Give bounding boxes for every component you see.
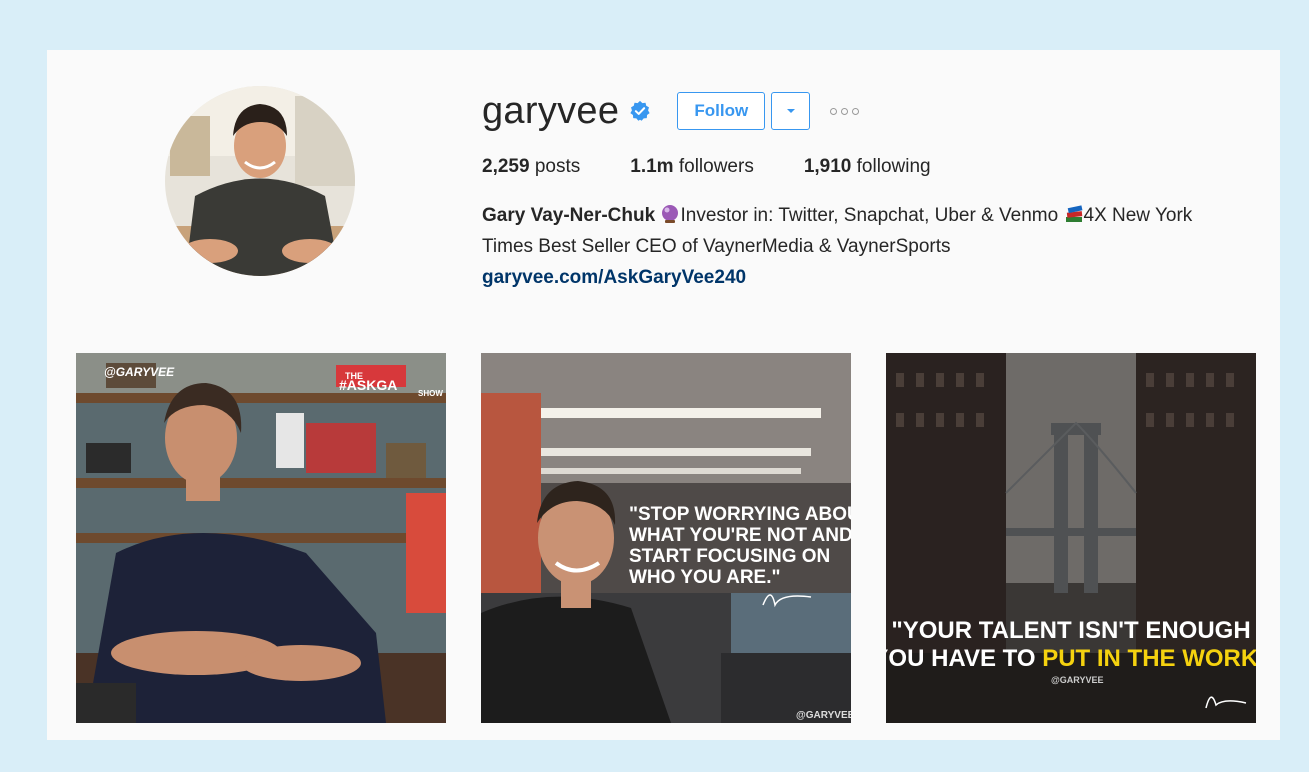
post-handle: @GARYVEE — [796, 710, 851, 721]
posts-count: 2,259 — [482, 156, 530, 177]
followers-count: 1.1m — [630, 156, 674, 177]
crystal-ball-icon — [662, 205, 679, 223]
quote-line-2: WHAT YOU'RE NOT AND — [629, 525, 851, 546]
following-stat[interactable]: 1,910 following — [804, 156, 931, 178]
followers-stat[interactable]: 1.1m followers — [630, 156, 754, 178]
quote-line-2: YOU HAVE TO PUT IN THE WORK" — [886, 645, 1256, 672]
post-overlay-show: SHOW — [418, 389, 443, 398]
posts-stat: 2,259 posts — [482, 156, 580, 178]
name-row: garyvee Follow — [482, 86, 1252, 136]
avatar-photo — [165, 86, 355, 276]
post-image-quote-office: "STOP WORRYING ABOUT WHAT YOU'RE NOT AND… — [481, 353, 851, 723]
profile-full-name: Gary Vay-Ner-Chuk — [482, 205, 656, 226]
profile-avatar[interactable] — [165, 86, 355, 276]
bio-text-investor: Investor in: Twitter, Snapchat, Uber & V… — [680, 205, 1059, 226]
quote-line-3: START FOCUSING ON — [629, 546, 830, 567]
chevron-down-icon — [786, 109, 795, 113]
profile-stats: 2,259 posts 1.1m followers 1,910 followi… — [482, 156, 1252, 178]
post-thumbnail[interactable]: @GARYVEE THE #ASKGA SHOW — [76, 353, 446, 723]
dot-icon — [830, 107, 838, 115]
quote-line-2-start: YOU HAVE TO — [886, 645, 1042, 672]
follow-button[interactable]: Follow — [677, 92, 766, 130]
quote-line-1: "YOUR TALENT ISN'T ENOUGH — [891, 617, 1250, 644]
post-thumbnail[interactable]: "YOUR TALENT ISN'T ENOUGH YOU HAVE TO PU… — [886, 353, 1256, 723]
post-overlay-hashtag: #ASKGA — [339, 377, 397, 393]
profile-bio: Gary Vay-Ner-Chuk Investor in: Twitter, … — [482, 200, 1232, 293]
quote-line-1: "STOP WORRYING ABOUT — [629, 504, 851, 525]
post-handle: @GARYVEE — [1051, 675, 1103, 685]
more-options-icon[interactable] — [830, 107, 860, 115]
bio-website-link[interactable]: garyvee.com/AskGaryVee240 — [482, 262, 746, 293]
post-overlay-handle: @GARYVEE — [104, 365, 175, 379]
profile-username: garyvee — [482, 89, 620, 132]
followers-label: followers — [678, 156, 754, 177]
suggestions-dropdown-button[interactable] — [771, 92, 811, 130]
posts-label: posts — [534, 156, 581, 177]
following-label: following — [856, 156, 931, 177]
dot-icon — [852, 107, 860, 115]
profile-header: garyvee Follow 2,259 posts 1.1m follower… — [482, 86, 1252, 293]
quote-line-4: WHO YOU ARE." — [629, 567, 781, 588]
post-thumbnail[interactable]: "STOP WORRYING ABOUT WHAT YOU'RE NOT AND… — [481, 353, 851, 723]
post-image-quote-bridge: "YOUR TALENT ISN'T ENOUGH YOU HAVE TO PU… — [886, 353, 1256, 723]
dot-icon — [841, 107, 849, 115]
quote-highlight: PUT IN THE WORK — [1042, 645, 1256, 672]
books-icon — [1065, 205, 1082, 222]
profile-card: garyvee Follow 2,259 posts 1.1m follower… — [47, 50, 1280, 740]
following-count: 1,910 — [803, 156, 852, 177]
post-image-office: @GARYVEE THE #ASKGA SHOW — [76, 353, 446, 723]
verified-badge-icon — [630, 100, 650, 121]
posts-grid: @GARYVEE THE #ASKGA SHOW "STOP WORRYING … — [76, 353, 1256, 723]
